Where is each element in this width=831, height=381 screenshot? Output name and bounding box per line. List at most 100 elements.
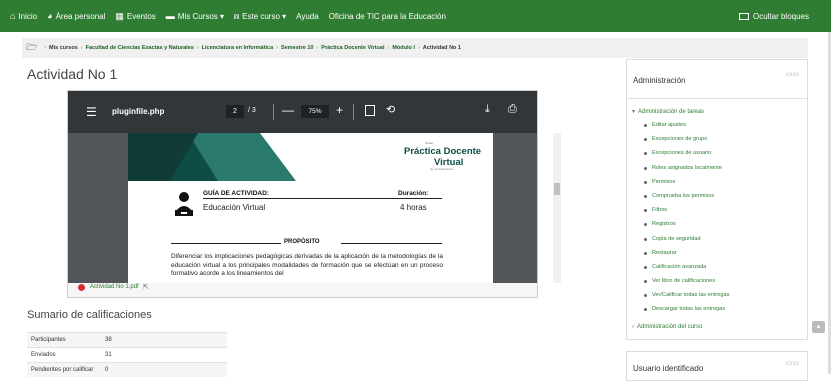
logged-user-block: Usuario identificado ▭▭ — [626, 351, 808, 381]
nav-este-curso[interactable]: ⩎ Este curso ▾ — [234, 11, 286, 22]
courses-icon: ▬ — [165, 11, 175, 21]
table-row: Enviados 31 — [27, 347, 227, 362]
tree-item[interactable]: Ver libro de calificaciones — [644, 278, 729, 292]
nav-eventos[interactable]: ▦ Eventos — [115, 11, 155, 22]
toolbar-divider — [273, 104, 274, 120]
nav-ayuda[interactable]: Ayuda — [296, 12, 319, 21]
bullet-icon — [644, 209, 647, 213]
breadcrumb-semestre[interactable]: Semestre 10 — [281, 45, 313, 51]
person-laptop-icon — [175, 192, 193, 216]
bullet-icon — [644, 308, 647, 312]
bullet-icon — [644, 166, 647, 170]
nav-inicio[interactable]: ⌂ Inicio — [10, 11, 37, 21]
tree-item[interactable]: Descargar todas las entregas — [644, 306, 729, 320]
tree-item[interactable]: Ver/Calificar todas las entregas — [644, 292, 729, 306]
grading-summary-table: Participantes 38 Enviados 31 Pendientes po… — [27, 332, 227, 377]
pdf-toolbar: ☰ pluginfile.php 2 / 3 — 75% + ⟲ ⤓ ⎙ ⋮ — [68, 91, 547, 133]
pdf-document-area[interactable]: Curso Práctica Docente Virtual Ing. Arma… — [68, 133, 537, 283]
hide-blocks-button[interactable]: Ocultar bloques — [738, 0, 809, 32]
pdf-page: Curso Práctica Docente Virtual Ing. Arma… — [128, 133, 493, 283]
bullet-icon — [644, 152, 647, 156]
admin-tree: Editar ajustes Excepciones de grupo Exce… — [644, 122, 729, 321]
caret-down-icon: ▾ — [632, 109, 636, 115]
fit-page-icon[interactable] — [365, 105, 375, 116]
breadcrumb-facultad[interactable]: Facultad de Ciencias Exactas y Naturales — [86, 45, 194, 51]
logo-title: Práctica Docente — [404, 146, 482, 157]
bullet-icon — [644, 251, 647, 255]
duracion-value: 4 horas — [400, 203, 427, 212]
tree-item[interactable]: Copia de seguridad — [644, 236, 729, 250]
zoom-in-icon[interactable]: + — [336, 103, 343, 117]
hide-blocks-icon — [738, 12, 749, 20]
divider — [171, 243, 281, 244]
attachment-link[interactable]: Actividad No 1.pdf ⇱ — [78, 283, 149, 291]
duracion-label: Duración: — [398, 190, 429, 197]
pdf-file-icon — [78, 283, 85, 291]
scroll-up-icon[interactable]: ▲ — [812, 321, 825, 333]
bullet-icon — [644, 194, 647, 198]
tree-item[interactable]: Permisos — [644, 179, 729, 193]
tree-item[interactable]: Roles asignados localmente — [644, 165, 729, 179]
calendar-icon: ▦ — [115, 10, 124, 21]
zoom-out-icon[interactable]: — — [282, 103, 294, 117]
pdf-scrollbar[interactable] — [553, 133, 561, 283]
page-total: / 3 — [248, 107, 256, 114]
scrollbar-thumb[interactable] — [554, 183, 560, 195]
download-icon[interactable]: ⤓ — [485, 103, 490, 116]
bullet-icon — [644, 180, 647, 184]
bullet-icon — [644, 237, 647, 241]
breadcrumb-actividad: Actividad No 1 — [422, 45, 461, 51]
tree-item[interactable]: Registros — [644, 221, 729, 235]
guia-label: GUÍA DE ACTIVIDAD: — [203, 190, 269, 197]
table-row: Pendientes por calificar 0 — [27, 362, 227, 377]
menu-icon[interactable]: ☰ — [86, 105, 97, 119]
nav-mis-cursos[interactable]: ▬ Mis Cursos ▾ — [166, 11, 224, 21]
more-options-icon[interactable]: ⋮ — [536, 102, 547, 115]
divider — [627, 98, 807, 99]
admin-block-title: Administración — [633, 76, 686, 85]
top-navbar: ⌂ Inicio ◕ Área personal ▦ Eventos ▬ Mis Cur… — [0, 0, 831, 32]
print-icon[interactable]: ⎙ — [508, 103, 517, 116]
nav-oficina-tic[interactable]: Oficina de TIC para la Educación — [329, 12, 446, 21]
tree-item[interactable]: Excepciones de grupo — [644, 136, 729, 150]
tema-text: Educación Virtual — [203, 203, 266, 212]
block-controls-icon[interactable]: ▭▭ — [786, 359, 799, 367]
breadcrumb-licenciatura[interactable]: Licenciatura en Informática — [202, 45, 274, 51]
admin-block: Administración ▭▭ ▾ Administración de tar… — [626, 59, 808, 340]
folder-icon: 🗁 — [26, 42, 38, 52]
tree-item[interactable]: Excepciones de usuario — [644, 150, 729, 164]
attachment-label: Actividad No 1.pdf — [90, 284, 139, 290]
divider — [341, 243, 442, 244]
tree-admin-tareas[interactable]: ▾ Administración de tareas — [632, 108, 704, 115]
nav-area-personal[interactable]: ◕ Área personal — [47, 11, 105, 21]
logo-title-2: Virtual — [434, 157, 464, 168]
page-number-input[interactable]: 2 — [226, 105, 244, 118]
breadcrumb-modulo[interactable]: Módulo I — [392, 45, 415, 51]
bullet-icon — [644, 124, 647, 127]
bullet-icon — [644, 138, 647, 142]
toolbar-divider — [353, 104, 354, 120]
breadcrumb-mis-cursos[interactable]: Mis cursos — [49, 45, 78, 51]
bullet-icon — [644, 223, 647, 227]
tree-item[interactable]: Filtros — [644, 207, 729, 221]
page-title: Actividad No 1 — [27, 66, 118, 82]
rotate-icon[interactable]: ⟲ — [386, 103, 395, 116]
tree-item[interactable]: Editar ajustes — [644, 122, 729, 136]
grading-summary-title: Sumario de calificaciones — [27, 309, 152, 321]
caret-right-icon: › — [632, 324, 634, 330]
zoom-input[interactable]: 75% — [301, 105, 329, 118]
tree-item[interactable]: Calificación avanzada — [644, 264, 729, 278]
export-icon[interactable]: ⇱ — [143, 283, 149, 291]
breadcrumb-curso[interactable]: Práctica Docente Virtual — [321, 45, 384, 51]
tree-admin-curso[interactable]: › Administración del curso — [632, 324, 702, 330]
tree-item[interactable]: Restaurar — [644, 250, 729, 264]
logo-caption: Curso — [425, 141, 434, 145]
table-row: Participantes 38 — [27, 332, 227, 347]
dashboard-icon: ◕ — [47, 11, 53, 21]
divider — [203, 198, 442, 199]
pdf-viewer: ☰ pluginfile.php 2 / 3 — 75% + ⟲ ⤓ ⎙ ⋮ C… — [67, 90, 561, 298]
bullet-icon — [644, 280, 647, 284]
home-icon: ⌂ — [10, 11, 16, 21]
block-controls-icon[interactable]: ▭▭ — [786, 70, 799, 78]
tree-item[interactable]: Comprueba los permisos — [644, 193, 729, 207]
